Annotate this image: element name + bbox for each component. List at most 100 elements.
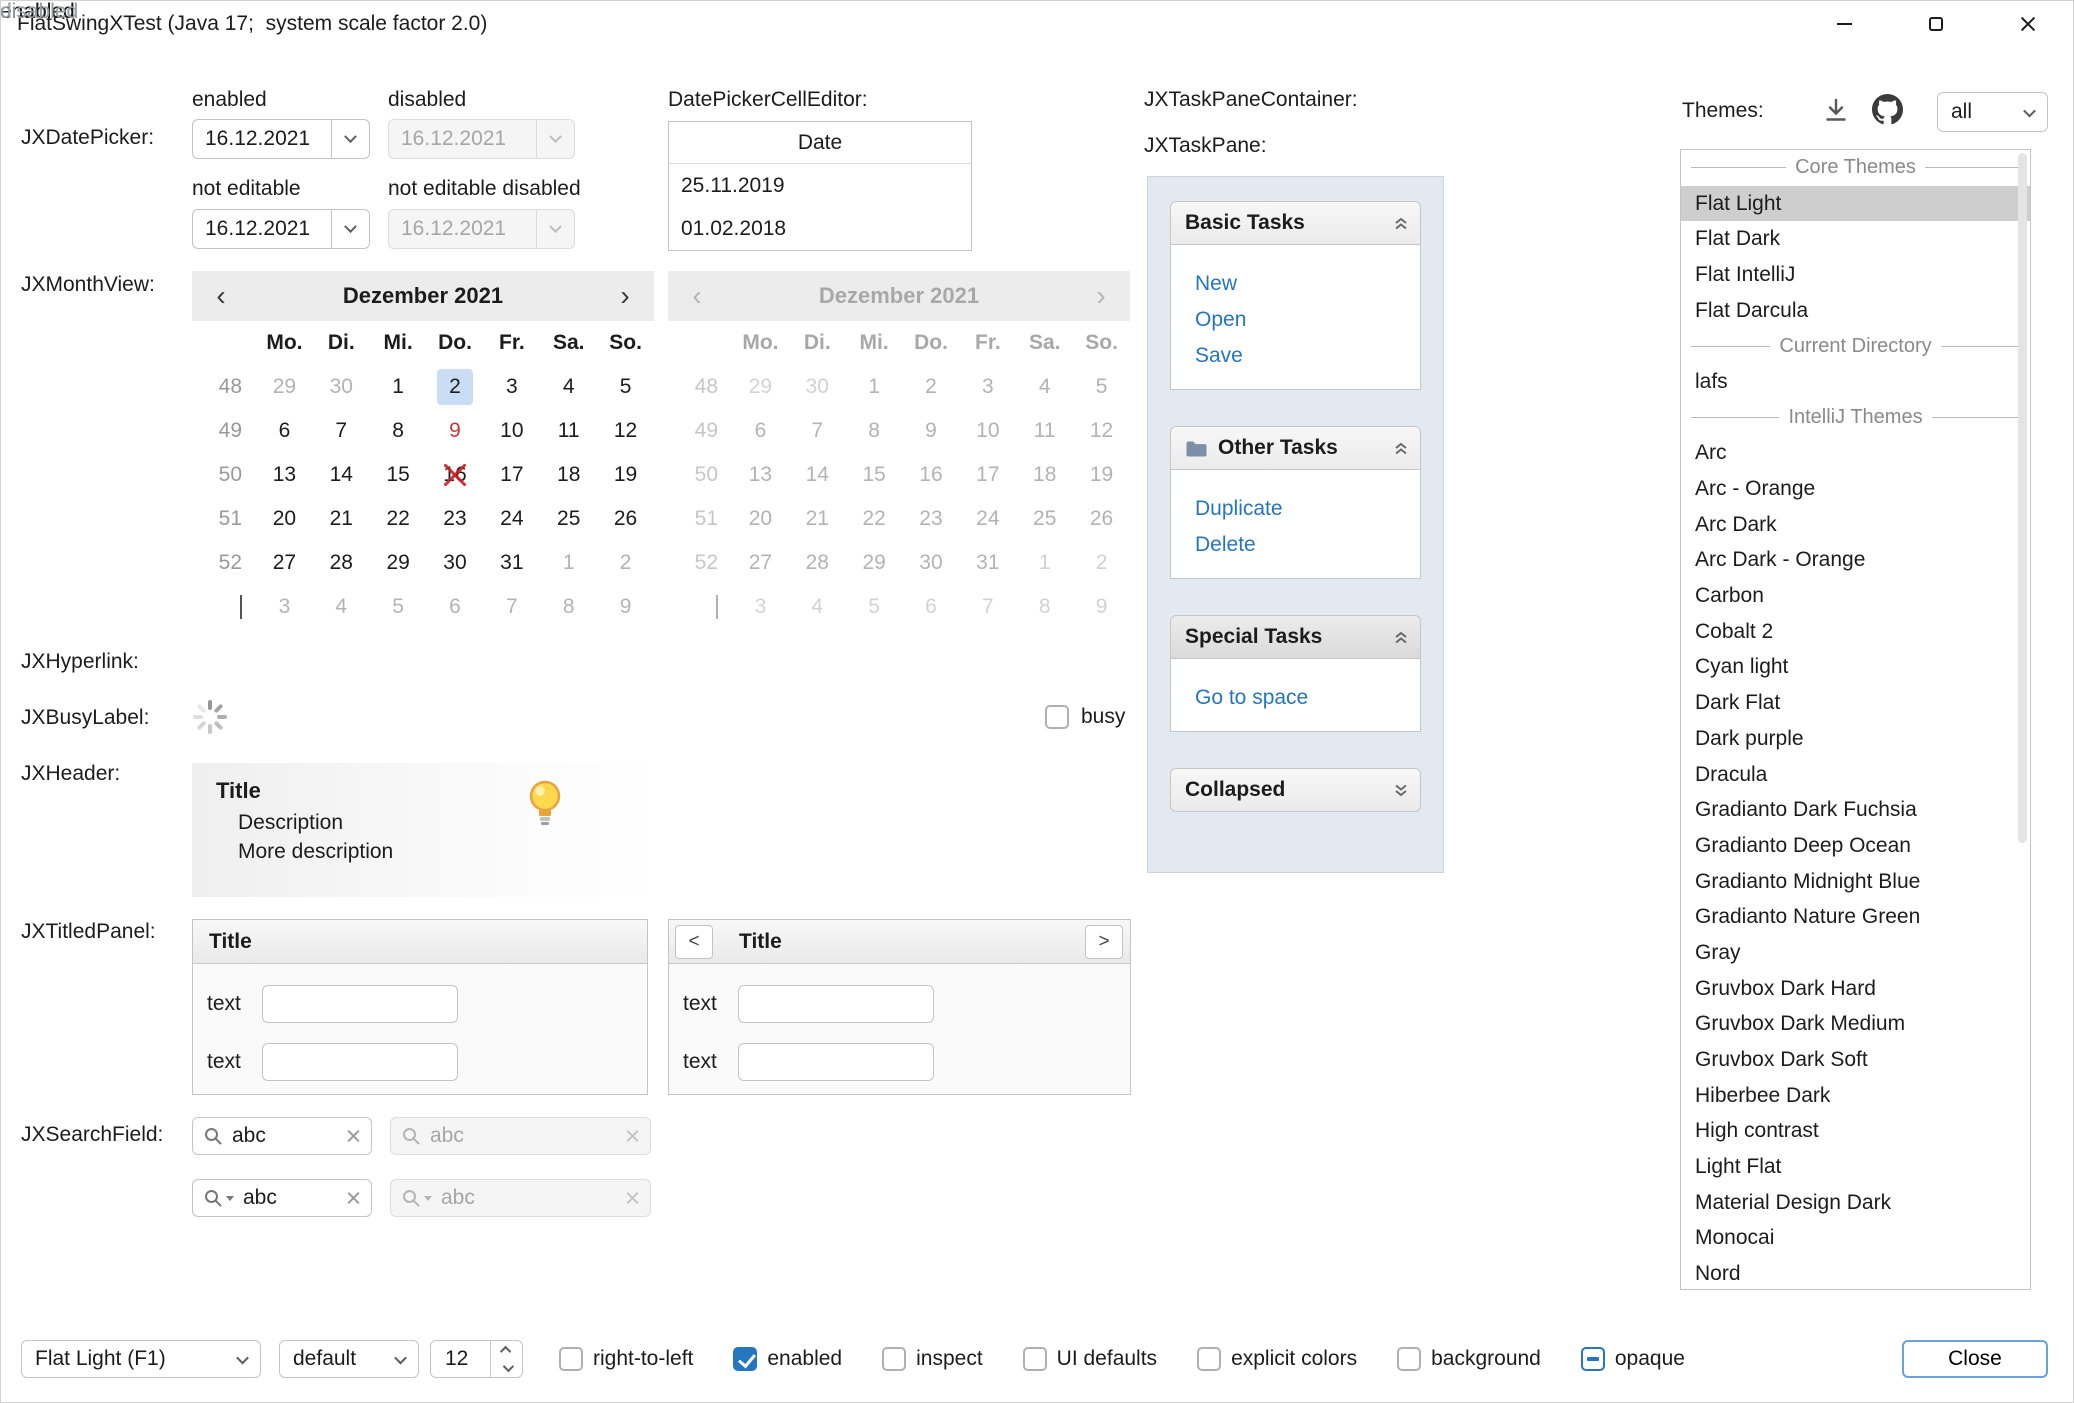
- date-table-column-header[interactable]: Date: [669, 122, 971, 164]
- theme-item[interactable]: Cyan light: [1681, 650, 2030, 686]
- calendar-day[interactable]: 9: [903, 409, 960, 453]
- taskpane-link[interactable]: Duplicate: [1195, 491, 1283, 527]
- theme-item[interactable]: Arc Dark - Orange: [1681, 543, 2030, 579]
- calendar-day[interactable]: 29: [256, 365, 313, 409]
- theme-item[interactable]: Carbon: [1681, 578, 2030, 614]
- calendar-day[interactable]: 3: [732, 585, 789, 629]
- checkbox-background[interactable]: background: [1397, 1347, 1541, 1371]
- taskpane-group-header[interactable]: Special Tasks: [1170, 615, 1421, 659]
- taskpane-link[interactable]: Open: [1195, 302, 1246, 338]
- taskpane-group-header[interactable]: Collapsed: [1170, 768, 1421, 812]
- taskpane-link[interactable]: Delete: [1195, 527, 1256, 563]
- calendar-day[interactable]: 2: [903, 365, 960, 409]
- calendar-day[interactable]: 11: [540, 409, 597, 453]
- laf-combobox[interactable]: Flat Light (F1): [21, 1340, 261, 1378]
- checkbox-opaque[interactable]: opaque: [1581, 1347, 1685, 1371]
- calendar-day[interactable]: 26: [1073, 497, 1130, 541]
- calendar-day[interactable]: 14: [313, 453, 370, 497]
- calendar-day[interactable]: 13: [256, 453, 313, 497]
- calendar-day[interactable]: 19: [1073, 453, 1130, 497]
- theme-item[interactable]: Flat IntelliJ: [1681, 257, 2030, 293]
- calendar-day[interactable]: 4: [1016, 365, 1073, 409]
- calendar-day[interactable]: 16: [427, 453, 484, 497]
- theme-item[interactable]: Gruvbox Dark Soft: [1681, 1042, 2030, 1078]
- calendar-day[interactable]: 5: [370, 585, 427, 629]
- calendar-day[interactable]: 4: [789, 585, 846, 629]
- calendar-day[interactable]: 31: [483, 541, 540, 585]
- calendar-day[interactable]: 2: [427, 365, 484, 409]
- calendar-day[interactable]: 24: [483, 497, 540, 541]
- calendar-day[interactable]: 6: [427, 585, 484, 629]
- font-combobox[interactable]: default: [279, 1340, 419, 1378]
- calendar-day[interactable]: 10: [959, 409, 1016, 453]
- calendar-day[interactable]: 30: [789, 365, 846, 409]
- theme-item[interactable]: Material Design Dark: [1681, 1185, 2030, 1221]
- calendar-day[interactable]: 31: [959, 541, 1016, 585]
- busy-checkbox[interactable]: busy: [1045, 705, 1125, 729]
- calendar-day[interactable]: 17: [959, 453, 1016, 497]
- checkbox-right-to-left[interactable]: right-to-left: [559, 1347, 693, 1371]
- calendar-day[interactable]: 23: [427, 497, 484, 541]
- calendar-day[interactable]: 22: [370, 497, 427, 541]
- titledpanel-left-button[interactable]: <: [675, 925, 713, 959]
- calendar-day[interactable]: 7: [789, 409, 846, 453]
- clear-icon[interactable]: [346, 1191, 361, 1206]
- theme-item[interactable]: Nord: [1681, 1256, 2030, 1290]
- calendar-day[interactable]: 14: [789, 453, 846, 497]
- theme-item[interactable]: Gruvbox Dark Hard: [1681, 971, 2030, 1007]
- calendar-day[interactable]: 5: [846, 585, 903, 629]
- calendar-day[interactable]: 25: [1016, 497, 1073, 541]
- maximize-button[interactable]: [1890, 0, 1982, 48]
- theme-item[interactable]: High contrast: [1681, 1114, 2030, 1150]
- theme-item[interactable]: Gradianto Midnight Blue: [1681, 864, 2030, 900]
- theme-item[interactable]: Gradianto Nature Green: [1681, 899, 2030, 935]
- calendar-day[interactable]: 12: [597, 409, 654, 453]
- taskpane-link[interactable]: New: [1195, 266, 1237, 302]
- taskpane-group-header[interactable]: Other Tasks: [1170, 426, 1421, 470]
- checkbox-ui-defaults[interactable]: UI defaults: [1023, 1347, 1157, 1371]
- calendar-day[interactable]: 28: [789, 541, 846, 585]
- calendar-day[interactable]: 15: [370, 453, 427, 497]
- calendar-day[interactable]: 20: [256, 497, 313, 541]
- calendar-day[interactable]: 27: [256, 541, 313, 585]
- calendar-day[interactable]: 3: [959, 365, 1016, 409]
- theme-item[interactable]: Monocai: [1681, 1221, 2030, 1257]
- calendar-day[interactable]: 17: [483, 453, 540, 497]
- calendar-day[interactable]: 15: [846, 453, 903, 497]
- calendar-day[interactable]: 3: [483, 365, 540, 409]
- calendar-day[interactable]: 16: [903, 453, 960, 497]
- calendar-day[interactable]: 7: [483, 585, 540, 629]
- table-row[interactable]: 25.11.2019: [669, 164, 971, 207]
- calendar-day[interactable]: 8: [846, 409, 903, 453]
- theme-item[interactable]: Arc: [1681, 436, 2030, 472]
- calendar-day[interactable]: 18: [1016, 453, 1073, 497]
- calendar-day[interactable]: 11: [1016, 409, 1073, 453]
- titledpanel-right-button[interactable]: >: [1085, 925, 1123, 959]
- font-size-spinner[interactable]: 12: [430, 1340, 523, 1378]
- taskpane-link[interactable]: Go to space: [1195, 680, 1308, 716]
- taskpane-link[interactable]: Save: [1195, 338, 1243, 374]
- theme-item[interactable]: Dark Flat: [1681, 685, 2030, 721]
- text-field[interactable]: [262, 985, 458, 1023]
- close-window-button[interactable]: [1982, 0, 2074, 48]
- checkbox-enabled[interactable]: enabled: [733, 1347, 842, 1371]
- calendar-day[interactable]: 10: [483, 409, 540, 453]
- text-field[interactable]: [738, 1043, 934, 1081]
- calendar-day[interactable]: 18: [540, 453, 597, 497]
- calendar-day[interactable]: 1: [846, 365, 903, 409]
- calendar-day[interactable]: 24: [959, 497, 1016, 541]
- calendar-day[interactable]: 7: [313, 409, 370, 453]
- calendar-day[interactable]: 3: [256, 585, 313, 629]
- calendar-day[interactable]: 23: [903, 497, 960, 541]
- calendar-day[interactable]: 9: [597, 585, 654, 629]
- spinner-down-button[interactable]: [491, 1359, 522, 1377]
- calendar-day[interactable]: 9: [1073, 585, 1130, 629]
- search-field[interactable]: abc: [192, 1117, 372, 1155]
- calendar-day[interactable]: 30: [903, 541, 960, 585]
- calendar-day[interactable]: 8: [540, 585, 597, 629]
- calendar-day[interactable]: 4: [313, 585, 370, 629]
- scrollbar[interactable]: [2018, 153, 2027, 843]
- spinner-up-button[interactable]: [491, 1341, 522, 1359]
- close-button[interactable]: Close: [1902, 1340, 2048, 1378]
- calendar-day[interactable]: 6: [903, 585, 960, 629]
